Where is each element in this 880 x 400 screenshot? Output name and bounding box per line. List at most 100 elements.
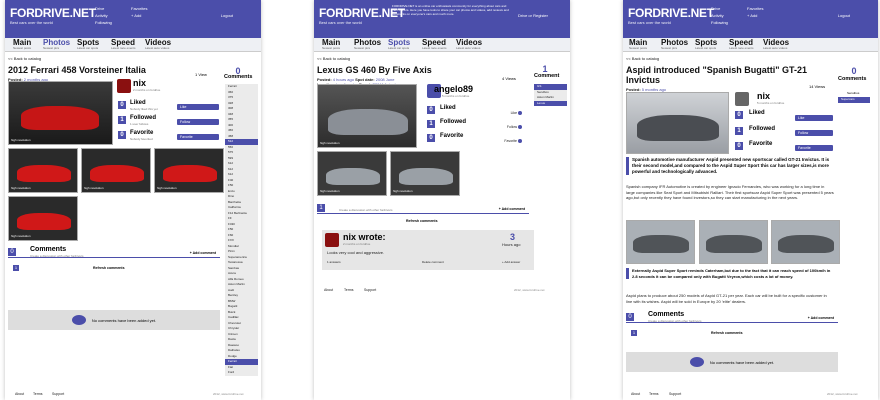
main-tabs: Main Newest posts Photos Newest pics Spots…	[5, 38, 261, 52]
site-tagline: Best cars over the world	[628, 20, 671, 25]
comment-avatar[interactable]	[325, 233, 339, 247]
refresh-comments[interactable]: Refresh comments	[93, 266, 125, 270]
footer-support[interactable]: Support	[669, 392, 681, 396]
site-logo[interactable]: FORDRIVE.NET	[10, 6, 96, 20]
nav-col1: Drive Activity Following	[711, 5, 728, 26]
thumb-photo[interactable]: high resolution	[81, 148, 151, 193]
main-photo[interactable]: high resolution	[317, 84, 417, 148]
add-comment-button[interactable]: + Add comment	[499, 207, 525, 211]
refresh-comments[interactable]: Refresh comments	[711, 331, 743, 335]
site-logo[interactable]: FORDRIVE.NET	[628, 6, 714, 20]
nav-favorites[interactable]: Favorites	[747, 5, 763, 12]
nav-drive[interactable]: Drive	[95, 5, 112, 12]
tab-spots[interactable]: Spots Latest car spots	[388, 38, 410, 50]
tab-videos[interactable]: Videos Latest auto videos	[145, 38, 171, 50]
follow-icon	[518, 125, 522, 130]
logout-link[interactable]: Logout	[221, 13, 233, 18]
refresh-comments[interactable]: Refresh comments	[406, 219, 438, 223]
comment-answers[interactable]: 1 answers	[327, 260, 341, 264]
footer-support[interactable]: Support	[52, 392, 64, 396]
liked-label: Liked	[440, 105, 456, 111]
gallery-photo[interactable]	[626, 220, 695, 264]
nav-following[interactable]: Following	[95, 19, 112, 26]
nav-activity[interactable]: Activity	[95, 12, 112, 19]
nav-drive[interactable]: Drive	[711, 5, 728, 12]
footer-terms[interactable]: Terms	[649, 392, 659, 396]
main-photo[interactable]	[626, 92, 729, 154]
tab-photos[interactable]: Photos Newest pics	[661, 38, 688, 50]
footer-terms[interactable]: Terms	[344, 288, 354, 292]
nav-col1: Drive Activity Following	[95, 5, 112, 26]
back-to-catalog[interactable]: << Back to catalog	[626, 56, 875, 61]
tab-photos[interactable]: Photos Newest pics	[354, 38, 381, 50]
tab-main[interactable]: Main Newest posts	[13, 38, 31, 50]
site-header: FORDRIVE.NET Best cars over the world Dr…	[623, 0, 878, 38]
thumb-photo[interactable]: high resolution	[317, 151, 387, 196]
tab-main[interactable]: Main Newest posts	[629, 38, 647, 50]
add-answer[interactable]: + Add answer	[502, 260, 520, 264]
footer-terms[interactable]: Terms	[33, 392, 43, 396]
tag-sidebar: Supercars	[838, 97, 870, 103]
follow-button[interactable]: Follow	[177, 119, 219, 125]
comment-text: Looks very cool and aggressive.	[327, 250, 385, 255]
avatar[interactable]	[735, 92, 749, 106]
page-title: 2012 Ferrari 458 Vorsteiner Italia	[8, 65, 146, 75]
username[interactable]: nix	[757, 91, 770, 101]
tab-speed[interactable]: Speed Latest race events	[111, 38, 136, 50]
like-button[interactable]: Like	[795, 115, 833, 121]
favorite-button[interactable]: Favorite	[490, 138, 522, 144]
footer-support[interactable]: Support	[364, 288, 376, 292]
logout-link[interactable]: Logout	[838, 13, 850, 18]
followed-label: Followed	[440, 119, 466, 125]
nav-add[interactable]: + Add	[131, 12, 147, 19]
empty-comments: No comments have been added yet.	[8, 310, 220, 330]
like-button[interactable]: Like	[490, 110, 522, 116]
avatar[interactable]	[117, 79, 131, 93]
tab-main[interactable]: Main Newest posts	[322, 38, 340, 50]
favorite-button[interactable]: Favorite	[795, 145, 833, 151]
tab-videos[interactable]: Videos Latest auto videos	[456, 38, 482, 50]
add-comment-button[interactable]: + Add comment	[808, 316, 834, 320]
nav-add[interactable]: + Add	[747, 12, 763, 19]
sidebar-item[interactable]: Lexus	[534, 100, 567, 106]
tab-spots[interactable]: Spots Latest car spots	[695, 38, 717, 50]
footer-about[interactable]: About	[15, 392, 24, 396]
tab-speed[interactable]: Speed Latest race events	[422, 38, 447, 50]
section-sub: Create a discussion with other fordriver…	[30, 254, 84, 258]
site-tagline: Best cars over the world	[319, 20, 362, 25]
nav-activity[interactable]: Activity	[711, 12, 728, 19]
tab-photos[interactable]: Photos Newest pics	[43, 38, 70, 50]
panel-aspid: FORDRIVE.NET Best cars over the world Dr…	[623, 0, 878, 400]
back-to-catalog[interactable]: << Back to catalog	[8, 56, 258, 61]
login-link[interactable]: Drive or Register	[518, 13, 548, 18]
main-photo[interactable]: high resolution	[8, 81, 113, 145]
tab-videos[interactable]: Videos Latest auto videos	[763, 38, 789, 50]
follow-button[interactable]: Follow	[490, 124, 522, 130]
tab-speed[interactable]: Speed Latest race events	[729, 38, 754, 50]
thumb-photo[interactable]: high resolution	[154, 148, 224, 193]
follow-button[interactable]: Follow	[795, 130, 833, 136]
favorite-label: Favorite	[130, 130, 154, 136]
gallery-photo[interactable]	[699, 220, 768, 264]
nav-following[interactable]: Following	[711, 19, 728, 26]
sidebar-item[interactable]: Ford	[225, 370, 258, 376]
delete-comment[interactable]: Delete comment	[422, 260, 444, 264]
username[interactable]: angelo89	[434, 84, 473, 94]
nav-favorites[interactable]: Favorites	[131, 5, 147, 12]
thumb-photo[interactable]: high resolution	[390, 151, 460, 196]
thumb-photo[interactable]: high resolution	[8, 148, 78, 193]
footer-about[interactable]: About	[324, 288, 333, 292]
like-button[interactable]: Like	[177, 104, 219, 110]
back-to-catalog[interactable]: << Back to catalog	[317, 56, 567, 61]
comment-user[interactable]: nix wrote:	[343, 232, 386, 242]
tag-supercars[interactable]: Supercars	[838, 97, 870, 103]
username[interactable]: nix	[133, 78, 146, 88]
footer-about[interactable]: About	[631, 392, 640, 396]
add-comment-button[interactable]: + Add comment	[190, 251, 216, 255]
favorite-button[interactable]: Favorite	[177, 134, 219, 140]
thumb-photo[interactable]: high resolution	[8, 196, 78, 241]
section-title: Comments	[30, 246, 67, 253]
section-count: 1	[317, 204, 325, 212]
gallery-photo[interactable]	[771, 220, 840, 264]
tab-spots[interactable]: Spots Latest car spots	[77, 38, 99, 50]
